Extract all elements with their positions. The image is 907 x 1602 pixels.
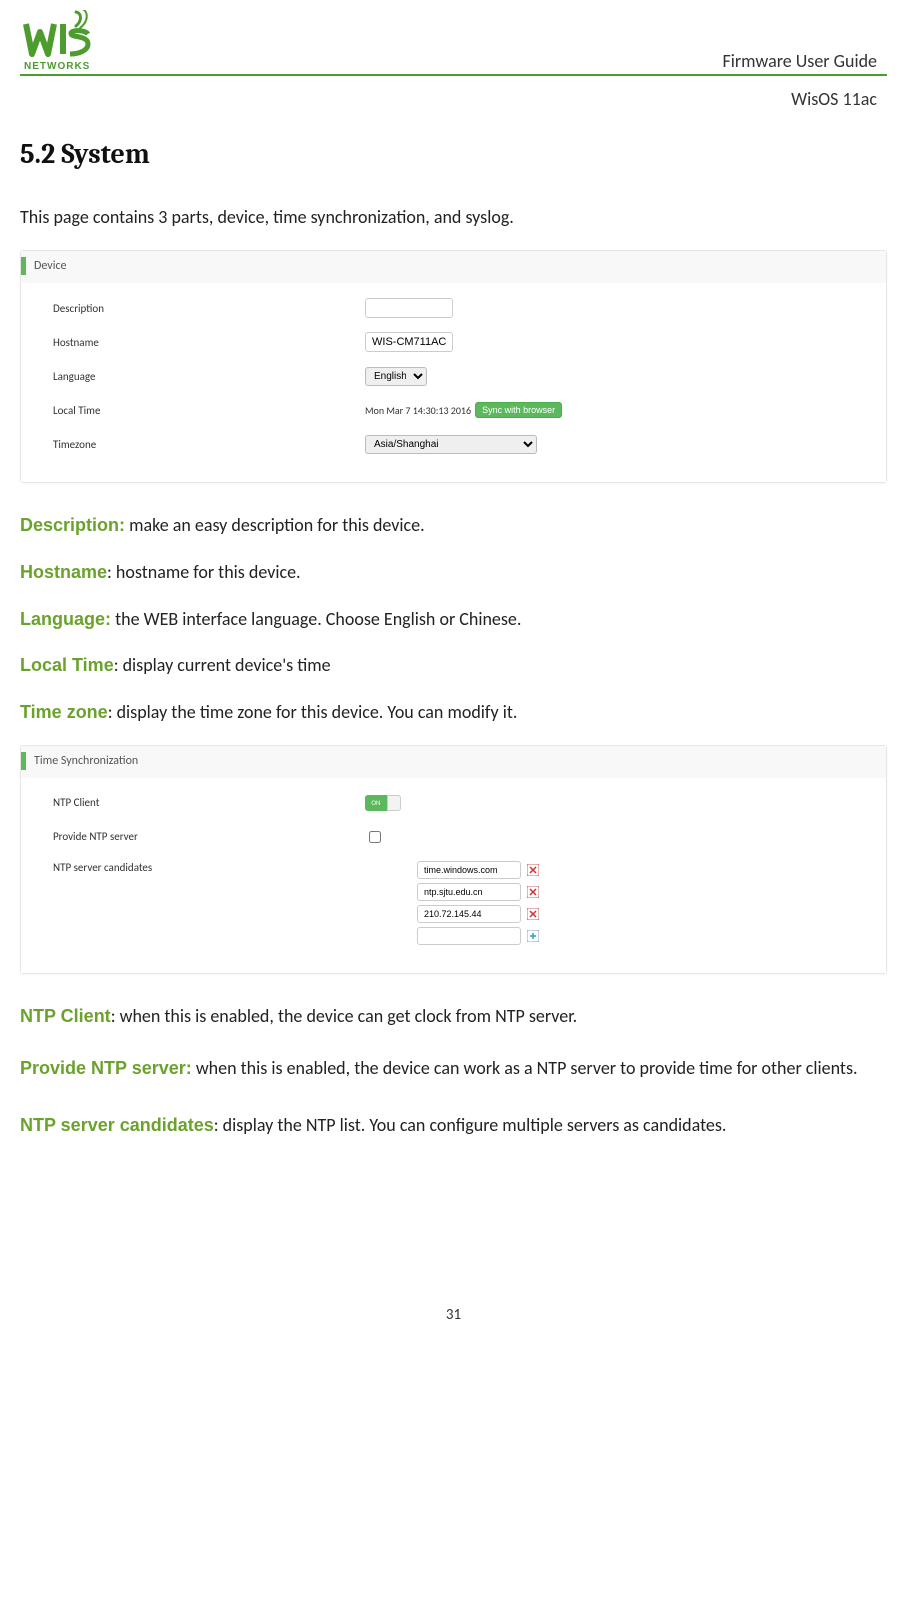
provide-ntp-label: Provide NTP server bbox=[53, 830, 365, 843]
language-label: Language bbox=[53, 370, 365, 383]
toggle-knob bbox=[387, 795, 401, 811]
logo: NETWORKS bbox=[20, 10, 92, 72]
toggle-on-text: ON bbox=[365, 795, 387, 811]
desc-language: Language: the WEB interface language. Ch… bbox=[20, 605, 887, 634]
sync-with-browser-button[interactable]: Sync with browser bbox=[475, 402, 562, 418]
ntp-client-label: NTP Client bbox=[53, 796, 365, 809]
device-panel-title: Device bbox=[34, 259, 67, 273]
time-sync-panel: Time Synchronization NTP Client ON Provi… bbox=[20, 745, 887, 974]
ntp-candidate-row bbox=[417, 905, 539, 923]
provide-ntp-checkbox[interactable] bbox=[369, 831, 381, 843]
svg-text:NETWORKS: NETWORKS bbox=[24, 61, 90, 72]
ntp-candidate-input[interactable] bbox=[417, 905, 521, 923]
ntp-candidate-input[interactable] bbox=[417, 861, 521, 879]
ntp-candidate-row bbox=[417, 861, 539, 879]
description-label: Description bbox=[53, 302, 365, 315]
section-heading: 5.2 System bbox=[20, 138, 887, 170]
device-panel: Device Description Hostname Language Eng… bbox=[20, 250, 887, 483]
delete-icon[interactable] bbox=[527, 886, 539, 898]
time-sync-panel-header: Time Synchronization bbox=[21, 746, 886, 778]
delete-icon[interactable] bbox=[527, 908, 539, 920]
timezone-select[interactable]: Asia/Shanghai bbox=[365, 435, 537, 454]
desc-description: Description: make an easy description fo… bbox=[20, 511, 887, 540]
desc-local-time: Local Time: display current device's tim… bbox=[20, 651, 887, 680]
ntp-candidate-input[interactable] bbox=[417, 883, 521, 901]
desc-hostname: Hostname: hostname for this device. bbox=[20, 558, 887, 587]
desc-ntp-client: NTP Client: when this is enabled, the de… bbox=[20, 1002, 887, 1031]
ntp-candidate-input[interactable] bbox=[417, 927, 521, 945]
hostname-input[interactable] bbox=[365, 332, 453, 352]
time-sync-panel-title: Time Synchronization bbox=[34, 754, 138, 768]
desc-provide-ntp: Provide NTP server: when this is enabled… bbox=[20, 1049, 887, 1089]
delete-icon[interactable] bbox=[527, 864, 539, 876]
ntp-candidates-label: NTP server candidates bbox=[53, 861, 365, 874]
device-panel-header: Device bbox=[21, 251, 886, 283]
panel-accent-bar bbox=[21, 752, 26, 770]
local-time-label: Local Time bbox=[53, 404, 365, 417]
ntp-candidate-row bbox=[417, 883, 539, 901]
timezone-label: Timezone bbox=[53, 438, 365, 451]
add-icon[interactable] bbox=[527, 930, 539, 942]
section-intro: This page contains 3 parts, device, time… bbox=[20, 206, 887, 228]
ntp-candidate-row bbox=[417, 927, 539, 945]
desc-timezone: Time zone: display the time zone for thi… bbox=[20, 698, 887, 727]
page-number: 31 bbox=[20, 1306, 887, 1324]
hostname-label: Hostname bbox=[53, 336, 365, 349]
panel-accent-bar bbox=[21, 257, 26, 275]
guide-subtitle: WisOS 11ac bbox=[20, 88, 877, 110]
guide-title: Firmware User Guide bbox=[722, 50, 887, 72]
description-input[interactable] bbox=[365, 298, 453, 318]
page-header: NETWORKS Firmware User Guide bbox=[20, 10, 887, 76]
language-select[interactable]: English bbox=[365, 367, 427, 386]
ntp-client-toggle[interactable]: ON bbox=[365, 795, 401, 811]
desc-ntp-candidates: NTP server candidates: display the NTP l… bbox=[20, 1106, 887, 1146]
local-time-value: Mon Mar 7 14:30:13 2016 bbox=[365, 404, 471, 417]
wis-networks-logo-icon: NETWORKS bbox=[20, 10, 92, 72]
